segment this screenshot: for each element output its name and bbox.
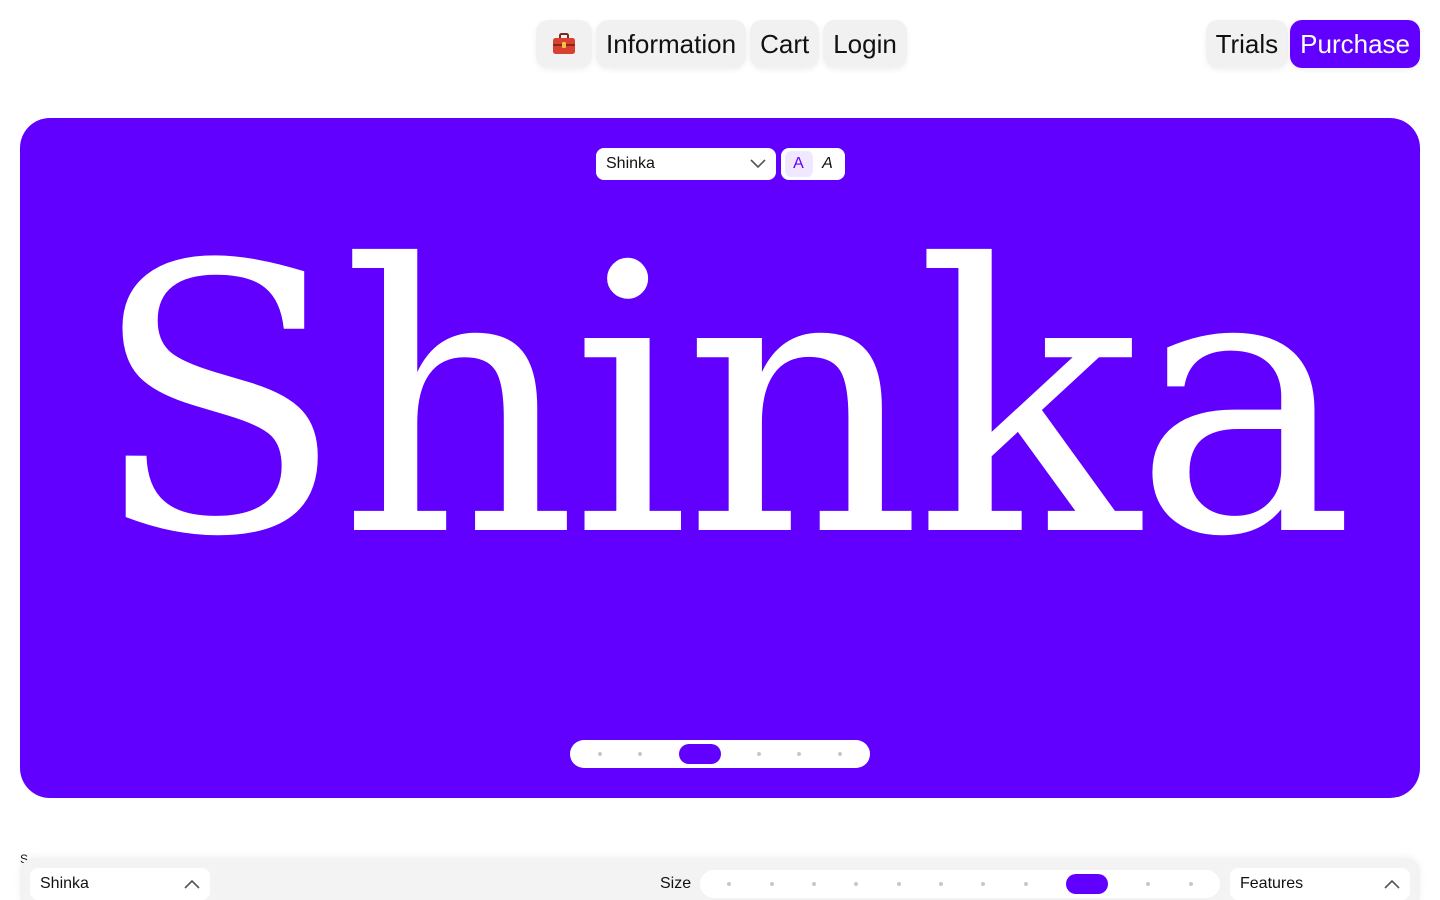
features-value: Features (1240, 875, 1304, 892)
nav-information[interactable]: Information (596, 20, 747, 68)
size-slider-step[interactable] (938, 882, 943, 886)
size-slider-step[interactable] (854, 882, 859, 886)
nav-cart[interactable]: Cart (750, 20, 820, 68)
size-slider-step[interactable] (981, 882, 986, 886)
weight-slider-step[interactable] (797, 752, 802, 756)
size-slider-step[interactable] (896, 882, 901, 886)
specimen-text: Shinka (91, 188, 1354, 618)
weight-slider-thumb[interactable] (678, 744, 721, 764)
size-slider-step[interactable] (727, 882, 732, 886)
style-italic-option[interactable]: A (814, 151, 842, 177)
toolbox-button[interactable] (536, 20, 592, 68)
main-nav: Information Cart Login (536, 20, 907, 68)
font-family-value: Shinka (606, 155, 655, 172)
weight-slider-step[interactable] (638, 752, 643, 756)
bottom-toolbar: Shinka Size Features (20, 858, 1420, 900)
weight-slider[interactable] (570, 740, 870, 768)
chevron-up-icon (184, 879, 200, 889)
size-slider-thumb[interactable] (1066, 874, 1109, 894)
size-label: Size (660, 875, 692, 892)
chevron-up-icon (1384, 879, 1400, 889)
style-regular-option[interactable]: A (784, 151, 813, 177)
features-select[interactable]: Features (1230, 868, 1410, 900)
weight-slider-step[interactable] (837, 752, 842, 756)
font-family-select[interactable]: Shinka (596, 148, 776, 180)
purchase-button[interactable]: Purchase (1290, 20, 1420, 68)
style-toggle: A A (781, 148, 845, 180)
nav-login[interactable]: Login (823, 20, 907, 68)
weight-slider-step[interactable] (757, 752, 762, 756)
toolbar-font-select[interactable]: Shinka (30, 868, 210, 900)
chevron-down-icon (750, 159, 766, 169)
size-slider-step[interactable] (1188, 882, 1193, 886)
size-slider-step[interactable] (1146, 882, 1151, 886)
trials-button[interactable]: Trials (1205, 20, 1289, 68)
size-slider-step[interactable] (811, 882, 816, 886)
toolbar-font-value: Shinka (40, 875, 89, 892)
type-specimen-card: Shinka A A Shinka (20, 118, 1420, 798)
size-slider-step[interactable] (1023, 882, 1028, 886)
size-slider[interactable] (700, 870, 1220, 898)
nav-actions: Trials Purchase (1205, 20, 1420, 68)
toolbox-icon (552, 33, 576, 55)
weight-slider-step[interactable] (598, 752, 603, 756)
size-slider-step[interactable] (769, 882, 774, 886)
